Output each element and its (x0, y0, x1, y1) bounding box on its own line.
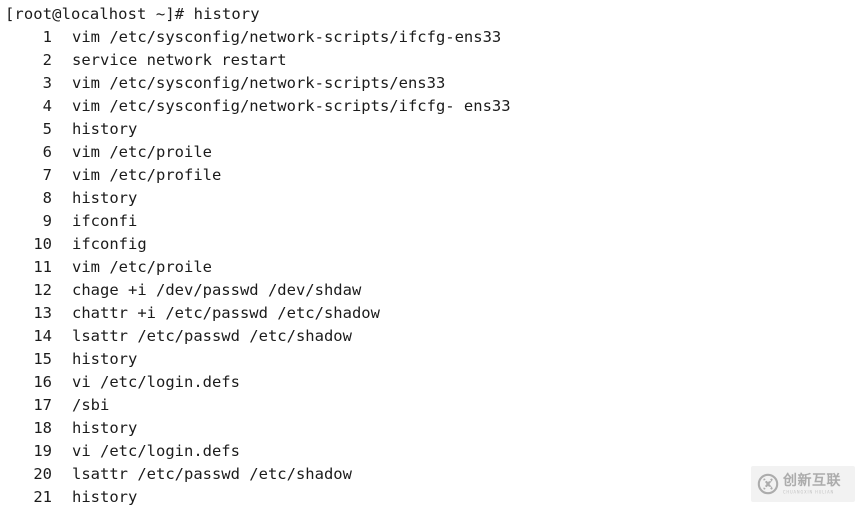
history-line-number: 14 (33, 327, 52, 345)
history-line-number: 21 (33, 488, 52, 506)
history-command-text: history (72, 350, 138, 368)
history-line-number: 12 (33, 281, 52, 299)
history-command-text: vim /etc/proile (72, 143, 212, 161)
history-line-number: 1 (42, 28, 52, 46)
history-command-text: chattr +i /etc/passwd /etc/shadow (72, 304, 380, 322)
history-command-text: lsattr /etc/passwd /etc/shadow (72, 465, 352, 483)
entered-command: history (193, 5, 260, 23)
watermark-logo-icon (757, 473, 779, 495)
history-row: 3 vim /etc/sysconfig/network-scripts/ens3… (0, 72, 863, 95)
history-command-text: vi /etc/login.defs (72, 442, 240, 460)
watermark: 创新互联 CHUANGXIN HULIAN (751, 466, 855, 502)
history-command-text: vim /etc/sysconfig/network-scripts/ifcfg… (72, 97, 511, 115)
history-command-text: chage +i /dev/passwd /dev/shdaw (72, 281, 362, 299)
history-row: 14 lsattr /etc/passwd /etc/shadow (0, 325, 863, 348)
history-row: 11 vim /etc/proile (0, 256, 863, 279)
history-row: 12 chage +i /dev/passwd /dev/shdaw (0, 279, 863, 302)
history-command-text: service network restart (72, 51, 287, 69)
history-output-list: 1 vim /etc/sysconfig/network-scripts/ifcf… (0, 26, 863, 509)
history-row: 21 history (0, 486, 863, 509)
history-line-number: 4 (42, 97, 52, 115)
history-row: 5 history (0, 118, 863, 141)
history-command-text: ifconfig (72, 235, 147, 253)
history-line-number: 18 (33, 419, 52, 437)
history-command-text: history (72, 488, 138, 506)
history-line-number: 13 (33, 304, 52, 322)
history-row: 8 history (0, 187, 863, 210)
history-command-text: ifconfi (72, 212, 138, 230)
history-command-text: history (72, 189, 138, 207)
history-row: 15 history (0, 348, 863, 371)
history-line-number: 19 (33, 442, 52, 460)
history-line-number: 8 (42, 189, 52, 207)
history-command-text: lsattr /etc/passwd /etc/shadow (72, 327, 352, 345)
history-row: 13 chattr +i /etc/passwd /etc/shadow (0, 302, 863, 325)
watermark-text: 创新互联 CHUANGXIN HULIAN (783, 472, 841, 495)
history-line-number: 6 (42, 143, 52, 161)
history-row: 6 vim /etc/proile (0, 141, 863, 164)
watermark-chinese-text: 创新互联 (783, 472, 841, 489)
history-row: 7 vim /etc/profile (0, 164, 863, 187)
history-row: 20 lsattr /etc/passwd /etc/shadow (0, 463, 863, 486)
history-command-text: vi /etc/login.defs (72, 373, 240, 391)
history-command-text: history (72, 419, 138, 437)
history-command-text: vim /etc/profile (72, 166, 222, 184)
history-row: 4 vim /etc/sysconfig/network-scripts/ifcf… (0, 95, 863, 118)
shell-prompt-line: [root@localhost ~]# history (0, 3, 863, 26)
history-row: 17/sbi (0, 394, 863, 417)
history-line-number: 5 (42, 120, 52, 138)
history-command-text: vim /etc/sysconfig/network-scripts/ens33 (72, 74, 446, 92)
history-row: 18 history (0, 417, 863, 440)
history-command-text: /sbi (72, 396, 110, 414)
terminal-window: [root@localhost ~]# history 1 vim /etc/sy… (0, 0, 863, 510)
shell-prompt: [root@localhost ~]# (5, 5, 194, 23)
history-line-number: 10 (33, 235, 52, 253)
history-command-text: history (72, 120, 138, 138)
history-row: 10 ifconfig (0, 233, 863, 256)
history-line-number: 17 (33, 396, 52, 414)
history-command-text: vim /etc/proile (72, 258, 212, 276)
history-command-text: vim /etc/sysconfig/network-scripts/ifcfg… (72, 28, 502, 46)
history-line-number: 7 (42, 166, 52, 184)
history-line-number: 9 (42, 212, 52, 230)
history-line-number: 16 (33, 373, 52, 391)
history-row: 1 vim /etc/sysconfig/network-scripts/ifcf… (0, 26, 863, 49)
history-row: 16 vi /etc/login.defs (0, 371, 863, 394)
watermark-pinyin-text: CHUANGXIN HULIAN (783, 489, 835, 494)
history-row: 19 vi /etc/login.defs (0, 440, 863, 463)
history-line-number: 11 (33, 258, 52, 276)
history-row: 9 ifconfi (0, 210, 863, 233)
history-row: 2 service network restart (0, 49, 863, 72)
history-line-number: 3 (42, 74, 52, 92)
history-line-number: 2 (42, 51, 52, 69)
history-line-number: 20 (33, 465, 52, 483)
history-line-number: 15 (33, 350, 52, 368)
